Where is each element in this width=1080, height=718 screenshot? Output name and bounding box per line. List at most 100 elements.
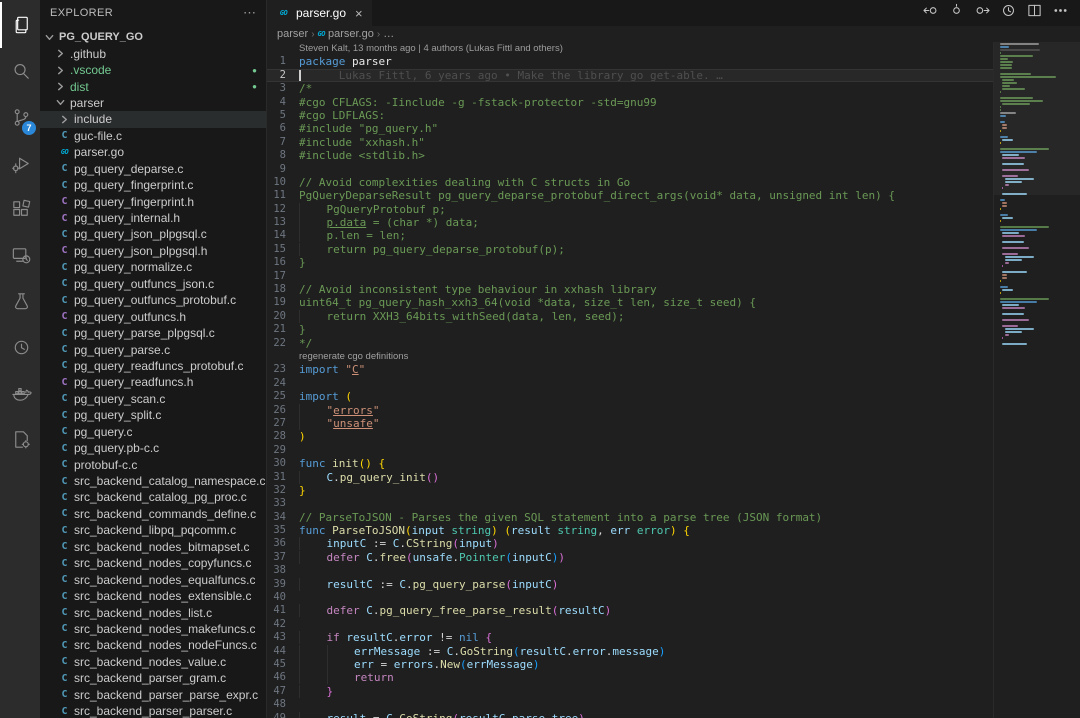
more-actions-icon[interactable] (1053, 3, 1068, 23)
tree-file-src-backend-nodes-copyfuncs-c[interactable]: Csrc_backend_nodes_copyfuncs.c (40, 555, 266, 571)
tree-file-src-backend-nodes-nodefuncs-c[interactable]: Csrc_backend_nodes_nodeFuncs.c (40, 637, 266, 653)
previous-change-icon[interactable] (949, 3, 964, 23)
code-line-9[interactable]: 9 (267, 163, 993, 176)
tree-file-pg-query-fingerprint-c[interactable]: Cpg_query_fingerprint.c (40, 177, 266, 193)
code-line-33[interactable]: 33 (267, 497, 993, 510)
code-line-14[interactable]: 14 p.len = len; (267, 229, 993, 242)
tree-file-pg-query-readfuncs-protobuf-c[interactable]: Cpg_query_readfuncs_protobuf.c (40, 358, 266, 374)
code-line-22[interactable]: 22*/ (267, 337, 993, 350)
tree-file-src-backend-nodes-makefuncs-c[interactable]: Csrc_backend_nodes_makefuncs.c (40, 621, 266, 637)
code-line-40[interactable]: 40 (267, 591, 993, 604)
tree-file-src-backend-nodes-list-c[interactable]: Csrc_backend_nodes_list.c (40, 604, 266, 620)
tree-folder-dist[interactable]: dist● (40, 78, 266, 94)
tree-file-src-backend-parser-parser-c[interactable]: Csrc_backend_parser_parser.c (40, 703, 266, 718)
activity-file-settings-button[interactable] (0, 416, 40, 462)
minimap-viewport[interactable] (994, 42, 1080, 195)
code-line-19[interactable]: 19uint64_t pg_query_hash_xxh3_64(void *d… (267, 296, 993, 309)
activity-remote-explorer-button[interactable] (0, 232, 40, 278)
tree-file-pg-query-json-plpgsql-c[interactable]: Cpg_query_json_plpgsql.c (40, 226, 266, 242)
code-line-46[interactable]: 46 return (267, 671, 993, 684)
code-line-47[interactable]: 47 } (267, 685, 993, 698)
code-line-12[interactable]: 12 PgQueryProtobuf p; (267, 203, 993, 216)
tree-file-pg-query-c[interactable]: Cpg_query.c (40, 424, 266, 440)
activity-run-debug-button[interactable] (0, 140, 40, 186)
code-line-48[interactable]: 48 (267, 698, 993, 711)
tree-file-pg-query-outfuncs-protobuf-c[interactable]: Cpg_query_outfuncs_protobuf.c (40, 292, 266, 308)
close-tab-icon[interactable]: × (355, 6, 363, 21)
code-line-35[interactable]: 35func ParseToJSON(input string) (result… (267, 524, 993, 537)
open-changes-icon[interactable] (923, 3, 938, 23)
tree-file-protobuf-c-c[interactable]: Cprotobuf-c.c (40, 456, 266, 472)
code-line-21[interactable]: 21} (267, 323, 993, 336)
code-annotation[interactable]: Steven Kalt, 13 months ago | 4 authors (… (267, 42, 993, 55)
code-line-28[interactable]: 28) (267, 430, 993, 443)
tree-folder-pg-query-go[interactable]: PG_QUERY_GO (40, 29, 266, 45)
activity-history-button[interactable] (0, 324, 40, 370)
code-line-39[interactable]: 39 resultC := C.pg_query_parse(inputC) (267, 578, 993, 591)
tree-file-pg-query-internal-h[interactable]: Cpg_query_internal.h (40, 210, 266, 226)
code-line-18[interactable]: 18// Avoid inconsistent type behaviour i… (267, 283, 993, 296)
tree-file-guc-file-c[interactable]: Cguc-file.c (40, 128, 266, 144)
tree-file-pg-query-normalize-c[interactable]: Cpg_query_normalize.c (40, 259, 266, 275)
code-line-31[interactable]: 31 C.pg_query_init() (267, 471, 993, 484)
code-line-4[interactable]: 4#cgo CFLAGS: -Iinclude -g -fstack-prote… (267, 96, 993, 109)
tree-file-parser-go[interactable]: GOparser.go (40, 144, 266, 160)
tree-file-src-backend-libpq-pqcomm-c[interactable]: Csrc_backend_libpq_pqcomm.c (40, 522, 266, 538)
code-line-10[interactable]: 10// Avoid complexities dealing with C s… (267, 176, 993, 189)
tree-file-pg-query-readfuncs-h[interactable]: Cpg_query_readfuncs.h (40, 374, 266, 390)
breadcrumb-item--[interactable]: … (383, 28, 394, 40)
code-line-36[interactable]: 36 inputC := C.CString(input) (267, 537, 993, 550)
minimap[interactable] (993, 42, 1080, 718)
tree-folder--github[interactable]: .github (40, 45, 266, 61)
code-line-6[interactable]: 6#include "pg_query.h" (267, 122, 993, 135)
breadcrumb-item-parser-go[interactable]: GOparser.go (318, 28, 374, 40)
code-line-16[interactable]: 16} (267, 256, 993, 269)
tree-file-src-backend-nodes-equalfuncs-c[interactable]: Csrc_backend_nodes_equalfuncs.c (40, 571, 266, 587)
code-area[interactable]: Steven Kalt, 13 months ago | 4 authors (… (267, 42, 993, 718)
tree-file-pg-query-pb-c-c[interactable]: Cpg_query.pb-c.c (40, 440, 266, 456)
code-line-38[interactable]: 38 (267, 564, 993, 577)
tree-file-pg-query-parse-c[interactable]: Cpg_query_parse.c (40, 341, 266, 357)
sidebar-more-actions-icon[interactable]: ⋯ (243, 5, 256, 21)
code-line-2[interactable]: 2 Lukas Fittl, 6 years ago • Make the li… (267, 69, 993, 82)
activity-source-control-button[interactable]: 7 (0, 94, 40, 140)
activity-testing-button[interactable] (0, 278, 40, 324)
code-line-15[interactable]: 15 return pg_query_deparse_protobuf(p); (267, 243, 993, 256)
tab-parser-go[interactable]: GO parser.go × (267, 0, 373, 26)
code-line-11[interactable]: 11PgQueryDeparseResult pg_query_deparse_… (267, 189, 993, 202)
code-line-1[interactable]: 1package parser (267, 55, 993, 68)
activity-extensions-button[interactable] (0, 186, 40, 232)
code-line-32[interactable]: 32} (267, 484, 993, 497)
code-line-20[interactable]: 20 return XXH3_64bits_withSeed(data, len… (267, 310, 993, 323)
tree-folder--vscode[interactable]: .vscode● (40, 62, 266, 78)
code-line-7[interactable]: 7#include "xxhash.h" (267, 136, 993, 149)
code-line-41[interactable]: 41 defer C.pg_query_free_parse_result(re… (267, 604, 993, 617)
code-line-25[interactable]: 25import ( (267, 390, 993, 403)
code-line-43[interactable]: 43 if resultC.error != nil { (267, 631, 993, 644)
code-line-13[interactable]: 13 p.data = (char *) data; (267, 216, 993, 229)
tree-file-src-backend-parser-parse-expr-c[interactable]: Csrc_backend_parser_parse_expr.c (40, 687, 266, 703)
activity-docker-button[interactable] (0, 370, 40, 416)
tree-folder-parser[interactable]: parser (40, 95, 266, 111)
tree-file-pg-query-scan-c[interactable]: Cpg_query_scan.c (40, 391, 266, 407)
tree-file-src-backend-catalog-pg-proc-c[interactable]: Csrc_backend_catalog_pg_proc.c (40, 489, 266, 505)
breadcrumb-item-parser[interactable]: parser (277, 28, 308, 40)
tree-file-src-backend-nodes-value-c[interactable]: Csrc_backend_nodes_value.c (40, 654, 266, 670)
code-line-34[interactable]: 34// ParseToJSON - Parses the given SQL … (267, 511, 993, 524)
activity-explorer-button[interactable] (0, 2, 40, 48)
code-line-24[interactable]: 24 (267, 377, 993, 390)
code-line-3[interactable]: 3/* (267, 82, 993, 95)
next-change-icon[interactable] (975, 3, 990, 23)
code-line-5[interactable]: 5#cgo LDFLAGS: (267, 109, 993, 122)
tree-file-pg-query-fingerprint-h[interactable]: Cpg_query_fingerprint.h (40, 193, 266, 209)
tree-file-src-backend-commands-define-c[interactable]: Csrc_backend_commands_define.c (40, 506, 266, 522)
tree-file-src-backend-nodes-bitmapset-c[interactable]: Csrc_backend_nodes_bitmapset.c (40, 539, 266, 555)
code-line-29[interactable]: 29 (267, 444, 993, 457)
tree-file-pg-query-json-plpgsql-h[interactable]: Cpg_query_json_plpgsql.h (40, 243, 266, 259)
tree-folder-include[interactable]: include (40, 111, 266, 127)
tree-file-src-backend-nodes-extensible-c[interactable]: Csrc_backend_nodes_extensible.c (40, 588, 266, 604)
timeline-icon[interactable] (1001, 3, 1016, 23)
code-line-44[interactable]: 44 errMessage := C.GoString(resultC.erro… (267, 645, 993, 658)
code-line-45[interactable]: 45 err = errors.New(errMessage) (267, 658, 993, 671)
split-editor-icon[interactable] (1027, 3, 1042, 23)
